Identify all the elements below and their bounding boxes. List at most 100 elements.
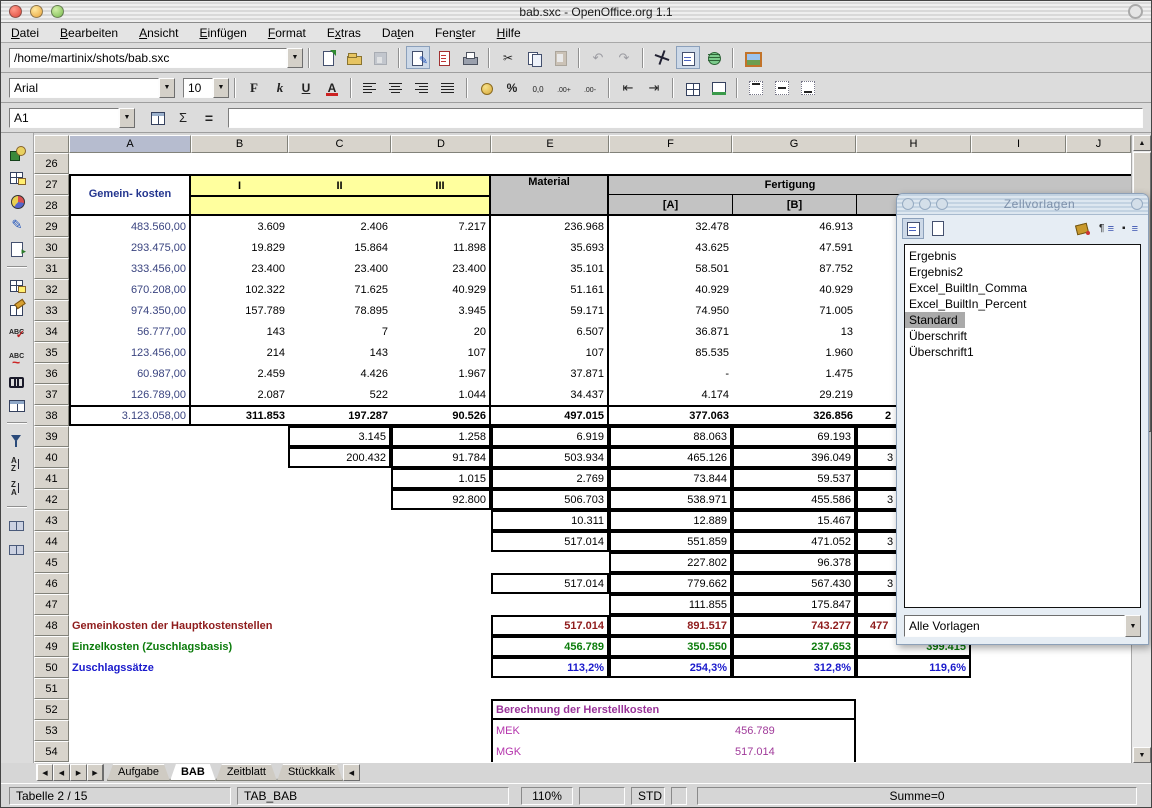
cell-G46[interactable]: 567.430 xyxy=(732,573,856,594)
last-sheet-icon[interactable]: ▶ xyxy=(87,764,104,781)
cell-F31[interactable]: 58.501 xyxy=(609,258,732,279)
cell-A35[interactable]: 123.456,00 xyxy=(69,342,191,363)
cell-F48[interactable]: 891.517 xyxy=(609,615,732,636)
justify-button[interactable] xyxy=(436,76,460,99)
cell-G33[interactable]: 71.005 xyxy=(732,300,856,321)
cell-F28[interactable]: [A] xyxy=(609,195,732,216)
sheet-tab-Zeitblatt[interactable]: Zeitblatt xyxy=(216,764,277,781)
cell-D35[interactable]: 107 xyxy=(391,342,491,363)
cell-C41[interactable] xyxy=(288,468,391,489)
cell-C28[interactable] xyxy=(288,195,391,216)
borders-button[interactable] xyxy=(680,76,704,99)
choose-themes-button[interactable] xyxy=(5,297,29,320)
cell-D47[interactable] xyxy=(391,594,491,615)
cell-D51[interactable] xyxy=(391,678,491,699)
minimize-button[interactable] xyxy=(30,5,43,18)
cell-G42[interactable]: 455.586 xyxy=(732,489,856,510)
cell-C36[interactable]: 4.426 xyxy=(288,363,391,384)
cell-J27[interactable] xyxy=(1066,174,1131,195)
cell-G29[interactable]: 46.913 xyxy=(732,216,856,237)
autoformat-button[interactable] xyxy=(5,273,29,296)
cell-A46[interactable] xyxy=(69,573,191,594)
cell-J53[interactable] xyxy=(1066,720,1131,741)
align-bottom-button[interactable] xyxy=(796,76,820,99)
cell-I54[interactable] xyxy=(971,741,1066,762)
print-button[interactable] xyxy=(458,46,482,69)
row-header-49[interactable]: 49 xyxy=(34,636,69,657)
cell-I51[interactable] xyxy=(971,678,1066,699)
data-sources-button[interactable] xyxy=(5,393,29,416)
new-style-from-selection-button[interactable] xyxy=(1095,218,1117,239)
hyperlink-button[interactable] xyxy=(702,46,726,69)
cell-C38[interactable]: 197.287 xyxy=(288,405,391,426)
cell-F47[interactable]: 111.855 xyxy=(609,594,732,615)
cell-G49[interactable]: 237.653 xyxy=(732,636,856,657)
cell-C30[interactable]: 15.864 xyxy=(288,237,391,258)
font-name-input[interactable] xyxy=(9,78,159,98)
menu-hilfe[interactable]: Hilfe xyxy=(497,26,521,40)
menu-fenster[interactable]: Fenster xyxy=(435,26,476,40)
cell-A33[interactable]: 974.350,00 xyxy=(69,300,191,321)
row-header-53[interactable]: 53 xyxy=(34,720,69,741)
cell-F32[interactable]: 40.929 xyxy=(609,279,732,300)
cell-G41[interactable]: 59.537 xyxy=(732,468,856,489)
font-color-button[interactable] xyxy=(320,76,344,99)
cell-A53[interactable] xyxy=(69,720,191,741)
cell-D27[interactable]: III xyxy=(391,174,491,195)
row-header-48[interactable]: 48 xyxy=(34,615,69,636)
cell-E47[interactable] xyxy=(491,594,609,615)
cell-F44[interactable]: 551.859 xyxy=(609,531,732,552)
cell-G53[interactable]: 456.789 xyxy=(732,720,856,741)
cell-C47[interactable] xyxy=(288,594,391,615)
cell-I27[interactable] xyxy=(971,174,1066,195)
row-header-33[interactable]: 33 xyxy=(34,300,69,321)
row-header-30[interactable]: 30 xyxy=(34,237,69,258)
cell-A50[interactable]: Zuschlagssätze xyxy=(69,657,491,678)
style-item-Excel_BuiltIn_Percent[interactable]: Excel_BuiltIn_Percent xyxy=(905,296,1030,312)
row-header-29[interactable]: 29 xyxy=(34,216,69,237)
row-header-52[interactable]: 52 xyxy=(34,699,69,720)
style-filter-input[interactable] xyxy=(904,615,1125,637)
number-format-currency-button[interactable] xyxy=(474,76,498,99)
cell-D34[interactable]: 20 xyxy=(391,321,491,342)
cell-F42[interactable]: 538.971 xyxy=(609,489,732,510)
cell-E39[interactable]: 6.919 xyxy=(491,426,609,447)
sort-ascending-button[interactable] xyxy=(5,453,29,476)
function-autopilot-button[interactable] xyxy=(145,106,169,129)
col-header-A[interactable]: A xyxy=(69,135,191,153)
cell-E46[interactable]: 517.014 xyxy=(491,573,609,594)
cell-D30[interactable]: 11.898 xyxy=(391,237,491,258)
cell-E42[interactable]: 506.703 xyxy=(491,489,609,510)
cell-B53[interactable] xyxy=(191,720,288,741)
cell-E41[interactable]: 2.769 xyxy=(491,468,609,489)
sheet-tab-Aufgabe[interactable]: Aufgabe xyxy=(107,764,170,781)
cell-A40[interactable] xyxy=(69,447,191,468)
first-sheet-icon[interactable]: ◀ xyxy=(36,764,53,781)
col-header-E[interactable]: E xyxy=(491,135,609,153)
cell-F49[interactable]: 350.550 xyxy=(609,636,732,657)
cell-B35[interactable]: 214 xyxy=(191,342,288,363)
font-size-dropdown-icon[interactable]: ▼ xyxy=(213,78,229,98)
row-header-32[interactable]: 32 xyxy=(34,279,69,300)
cell-B41[interactable] xyxy=(191,468,288,489)
bold-button[interactable] xyxy=(242,76,266,99)
cell-A37[interactable]: 126.789,00 xyxy=(69,384,191,405)
cell-C34[interactable]: 7 xyxy=(288,321,391,342)
cell-A34[interactable]: 56.777,00 xyxy=(69,321,191,342)
col-header-B[interactable]: B xyxy=(191,135,288,153)
align-left-button[interactable] xyxy=(358,76,382,99)
col-header-C[interactable]: C xyxy=(288,135,391,153)
cell-D40[interactable]: 91.784 xyxy=(391,447,491,468)
cell-C26[interactable] xyxy=(288,153,391,174)
style-filter-dropdown-icon[interactable]: ▼ xyxy=(1125,615,1141,637)
fill-format-mode-button[interactable] xyxy=(1071,218,1093,239)
insert-cells-button[interactable] xyxy=(5,165,29,188)
cell-D44[interactable] xyxy=(391,531,491,552)
cell-E48[interactable]: 517.014 xyxy=(491,615,609,636)
cell-J50[interactable] xyxy=(1066,657,1131,678)
paste-button[interactable] xyxy=(548,46,572,69)
cell-C45[interactable] xyxy=(288,552,391,573)
autofilter-button[interactable] xyxy=(5,429,29,452)
cell-C40[interactable]: 200.432 xyxy=(288,447,391,468)
cell-F50[interactable]: 254,3% xyxy=(609,657,732,678)
